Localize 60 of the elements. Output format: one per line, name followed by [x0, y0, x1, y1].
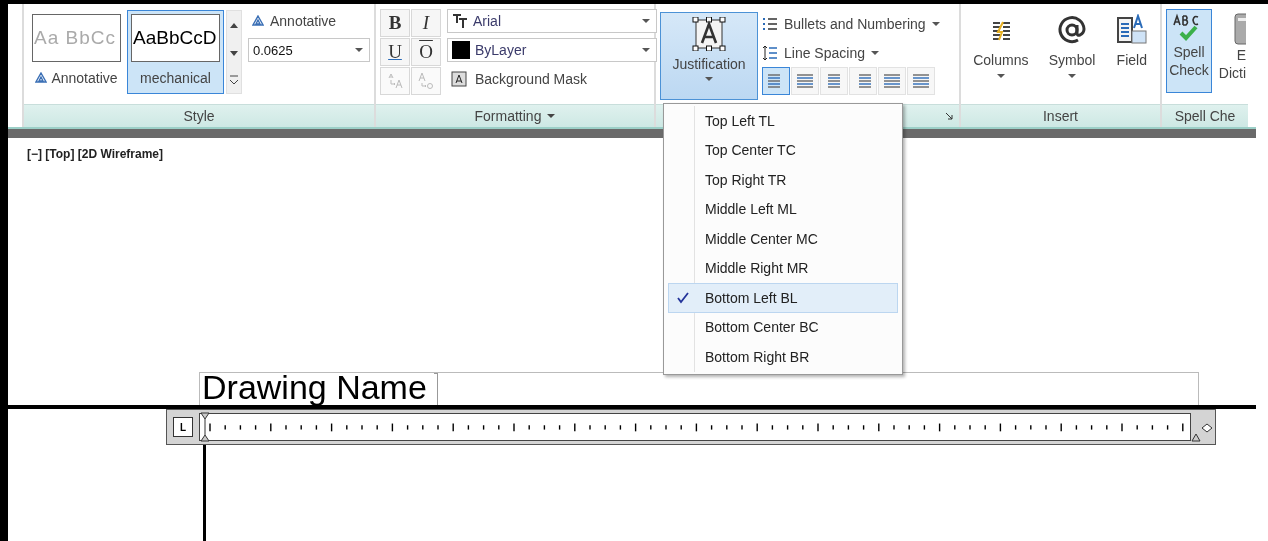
font-dropdown[interactable]: Arial [447, 9, 657, 33]
bullets-numbering-button[interactable]: Bullets and Numbering [762, 9, 940, 38]
tab-selector[interactable]: L [173, 417, 193, 437]
background-mask-button[interactable]: Background Mask [447, 67, 657, 91]
columns-button[interactable]: Columns [973, 14, 1029, 104]
bold-button[interactable]: B [380, 9, 410, 37]
font-icon [452, 13, 468, 29]
style-swatch[interactable]: AaBbCcD mechanical [127, 10, 224, 94]
menu-item[interactable]: Bottom Right BR [668, 342, 898, 372]
line-spacing-icon [762, 44, 778, 61]
annotative-icon [35, 72, 48, 84]
color-dropdown[interactable]: ByLayer [447, 38, 657, 62]
italic-button[interactable]: I [411, 9, 441, 37]
bullets-icon [762, 15, 778, 32]
panel-title: Insert [961, 104, 1160, 127]
panel-title[interactable]: Formatting [376, 104, 654, 127]
panel-title: Style [24, 104, 374, 127]
subscript-icon[interactable] [416, 71, 436, 91]
panel-launcher-icon[interactable] [945, 112, 953, 120]
superscript-icon[interactable] [385, 71, 405, 91]
line-spacing-button[interactable]: Line Spacing [762, 38, 940, 67]
book-icon [1232, 12, 1246, 46]
menu-item[interactable]: Top Center TC [668, 135, 898, 165]
mask-icon [451, 71, 467, 87]
menu-item[interactable]: Bottom Center BC [668, 312, 898, 342]
annotative-icon [252, 15, 264, 27]
symbol-button[interactable]: Symbol [1048, 14, 1096, 104]
justification-icon [691, 17, 727, 51]
style-caption: mechanical [140, 70, 211, 86]
align-lines-icon [882, 72, 902, 90]
field-button[interactable]: Field [1115, 14, 1148, 104]
align-lines-icon [911, 72, 931, 90]
dictionaries-button[interactable]: E Dicti [1214, 9, 1246, 104]
style-sample: Aa BbCc [32, 14, 121, 62]
menu-item[interactable]: Bottom Left BL [668, 283, 898, 313]
justification-button[interactable]: Justification [660, 12, 758, 100]
style-sample: AaBbCcD [131, 14, 220, 62]
ruler[interactable]: L [166, 409, 1216, 445]
menu-item[interactable]: Top Right TR [668, 165, 898, 195]
spell-check-button[interactable]: Spell Check [1166, 9, 1212, 93]
menu-item[interactable]: Middle Center MC [668, 224, 898, 254]
indent-marker-icon[interactable] [200, 412, 210, 442]
viewport-label[interactable]: [−] [Top] [2D Wireframe] [27, 147, 163, 161]
panel-title: Spell Che [1162, 104, 1248, 127]
menu-item[interactable]: Top Left TL [668, 106, 898, 136]
width-handle-icon[interactable] [1201, 423, 1213, 433]
overline-button[interactable]: O [411, 38, 441, 66]
text-height-field[interactable]: 0.0625 [248, 38, 370, 62]
gallery-scrollbar[interactable] [226, 10, 242, 94]
right-indent-marker-icon[interactable] [1191, 432, 1201, 442]
field-icon [1115, 14, 1148, 46]
menu-item[interactable]: Middle Left ML [668, 194, 898, 224]
align-lines-icon [795, 72, 815, 90]
underline-button[interactable]: U [380, 38, 410, 66]
menu-item[interactable]: Middle Right MR [668, 253, 898, 283]
style-caption: Annotative [51, 70, 118, 86]
drawing-text[interactable]: Drawing Name [202, 368, 427, 407]
checkmark-icon [677, 291, 689, 304]
alignment-button[interactable] [762, 67, 790, 95]
annotative-toggle[interactable]: Annotative [270, 13, 337, 29]
